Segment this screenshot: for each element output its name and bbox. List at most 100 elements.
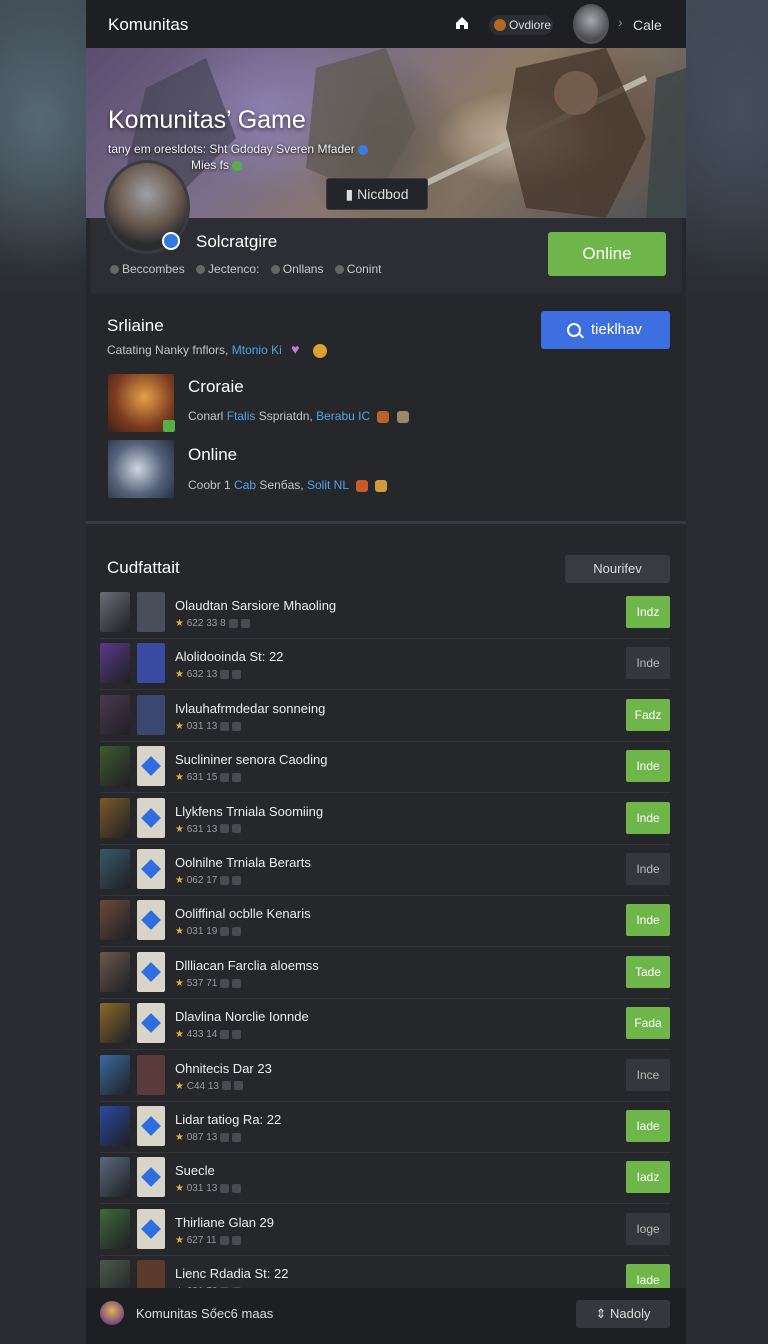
list-item[interactable]: Ohnitecis Dar 23 ★ C44 13 Ince <box>100 1051 670 1102</box>
row-action-button[interactable]: Inde <box>626 801 670 834</box>
game-name[interactable]: Suecle <box>175 1163 215 1178</box>
game-name[interactable]: Ivlauhafrmdedar sonneing <box>175 701 325 716</box>
game-thumbnail[interactable] <box>100 900 130 941</box>
game-icon <box>137 951 165 992</box>
game-thumbnail[interactable] <box>100 1106 130 1146</box>
list-item[interactable]: Ooliffinal ocblle Kenaris ★ 031 19 Inde <box>100 896 670 948</box>
featured-badge-icon <box>163 420 175 432</box>
list-item[interactable]: Dllliacan Farclia aloemss ★ 537 71 Tade <box>100 948 670 999</box>
list-item[interactable]: Dlavlina Norclie Ionnde ★ 433 14 Fada <box>100 999 670 1051</box>
stat-item[interactable]: Conint <box>334 262 386 276</box>
list-item[interactable]: Lidar tatiog Ra: 22 ★ 087 13 Iade <box>100 1102 670 1153</box>
stat-item[interactable]: Onllans <box>270 262 328 276</box>
tag-icon <box>220 824 230 834</box>
row-action-button[interactable]: Iade <box>626 1110 670 1142</box>
game-thumbnail[interactable] <box>100 849 130 889</box>
tag-icon <box>232 773 242 783</box>
featured-item-title[interactable]: Croraie <box>188 377 244 397</box>
list-item[interactable]: Suecle ★ 031 13 Iadz <box>100 1153 670 1205</box>
game-thumbnail[interactable] <box>100 746 130 787</box>
game-name[interactable]: Ooliffinal ocblle Kenaris <box>175 906 311 921</box>
top-bar: Komunitas Ovdiore › Cale <box>86 0 686 48</box>
game-icon <box>137 746 165 787</box>
game-meta: ★ C44 13 <box>175 1081 243 1092</box>
game-thumbnail[interactable] <box>100 797 130 838</box>
row-action-button[interactable]: Tade <box>626 955 670 988</box>
game-thumbnail[interactable] <box>100 1208 130 1249</box>
game-thumbnail[interactable] <box>100 1003 130 1044</box>
game-name[interactable]: Dllliacan Farclia aloemss <box>175 958 319 973</box>
row-action-button[interactable]: Ince <box>626 1058 670 1091</box>
game-name[interactable]: Lienc Rdadia St: 22 <box>175 1266 288 1281</box>
desc-link[interactable]: Ftalis <box>227 409 256 423</box>
list-item[interactable]: Oolnilne Trniala Berarts ★ 062 17 Inde <box>100 845 670 896</box>
user-avatar[interactable] <box>573 4 609 44</box>
stat-item[interactable]: Beccombes <box>110 262 189 276</box>
list-item[interactable]: Ivlauhafrmdedar sonneing ★ 031 13 Fadz <box>100 691 670 742</box>
game-name[interactable]: Lidar tatiog Ra: 22 <box>175 1112 281 1127</box>
list-item[interactable]: Olaudtan Sarsiore Mhaoling ★ 622 33 8 Indz <box>100 588 670 639</box>
game-meta: ★ 632 13 <box>175 669 242 680</box>
game-name[interactable]: Alolidooinda St: 22 <box>175 649 283 664</box>
gem-icon <box>141 1167 161 1188</box>
list-item[interactable]: Thirliane Glan 29 ★ 627 11 Ioge <box>100 1205 670 1256</box>
desc-link[interactable]: Cab <box>234 478 256 492</box>
game-thumbnail[interactable] <box>100 951 130 992</box>
game-icon <box>137 900 165 941</box>
star-icon: ★ <box>175 772 184 784</box>
row-action-button[interactable]: Fada <box>626 1007 670 1040</box>
game-name[interactable]: Ohnitecis Dar 23 <box>175 1061 272 1076</box>
brand-title[interactable]: Komunitas <box>108 15 188 35</box>
game-thumbnail[interactable] <box>100 1157 130 1198</box>
heart-icon[interactable]: ♥ <box>291 341 307 357</box>
game-name[interactable]: Llykfens Trniala Soomiing <box>175 804 323 819</box>
game-thumbnail[interactable] <box>100 643 130 684</box>
list-item[interactable]: Suclininer senora Caoding ★ 631 15 Inde <box>100 742 670 794</box>
stat-item[interactable]: Jectenco: <box>196 262 263 276</box>
featured-subtitle-link[interactable]: Mtonio Ki <box>232 343 282 357</box>
tag-icon <box>220 927 230 937</box>
star-icon: ★ <box>175 875 184 886</box>
game-name[interactable]: Thirliane Glan 29 <box>175 1215 274 1230</box>
sort-button[interactable]: Nourifev <box>565 555 670 583</box>
tag-icon <box>220 978 230 988</box>
hero-action-button[interactable]: ▮ Nicdbod <box>326 178 428 210</box>
game-meta-text: C44 13 <box>186 1080 219 1092</box>
game-thumbnail[interactable] <box>100 694 130 735</box>
gem-icon <box>141 1116 161 1136</box>
item-icon <box>377 410 390 423</box>
game-name[interactable]: Suclininer senora Caoding <box>175 752 327 767</box>
row-action-button[interactable]: Ioge <box>626 1212 670 1245</box>
user-name[interactable]: Cale <box>633 17 662 33</box>
online-button[interactable]: Online <box>548 232 666 276</box>
home-icon[interactable] <box>454 15 470 31</box>
featured-thumbnail[interactable] <box>108 440 174 498</box>
footer-avatar[interactable] <box>100 1301 124 1325</box>
desc-link[interactable]: Solit NL <box>307 478 349 492</box>
list-item[interactable]: Llykfens Trniala Soomiing ★ 631 13 Inde <box>100 794 670 845</box>
game-thumbnail[interactable] <box>100 592 130 632</box>
footer-button[interactable]: ⇕ Nadoly <box>576 1300 670 1328</box>
game-icon <box>137 694 165 735</box>
chevron-right-icon[interactable]: › <box>618 14 623 30</box>
game-name[interactable]: Olaudtan Sarsiore Mhaoling <box>175 598 336 613</box>
row-action-button[interactable]: Inde <box>626 750 670 783</box>
row-action-button[interactable]: Iadz <box>626 1161 670 1194</box>
game-name[interactable]: Dlavlina Norclie Ionnde <box>175 1009 309 1024</box>
game-name[interactable]: Oolnilne Trniala Berarts <box>175 855 311 870</box>
featured-item-title[interactable]: Online <box>188 445 237 465</box>
row-action-button[interactable]: Indz <box>626 596 670 628</box>
tag-icon <box>232 721 242 731</box>
desc-text: Sspriatdn, <box>258 409 313 423</box>
game-thumbnail[interactable] <box>100 1054 130 1095</box>
search-button[interactable]: tieklhav <box>541 311 670 349</box>
row-action-button[interactable]: Inde <box>626 853 670 885</box>
desc-link[interactable]: Berabu IC <box>316 409 370 423</box>
row-action-button[interactable]: Fadz <box>626 698 670 731</box>
currency-pill[interactable]: Ovdiore <box>489 15 553 35</box>
row-action-button[interactable]: Inde <box>626 904 670 937</box>
game-meta: ★ 031 13 <box>175 721 242 732</box>
list-item[interactable]: Alolidooinda St: 22 ★ 632 13 Inde <box>100 639 670 691</box>
row-action-button[interactable]: Inde <box>626 647 670 680</box>
stat-icon <box>196 265 206 275</box>
